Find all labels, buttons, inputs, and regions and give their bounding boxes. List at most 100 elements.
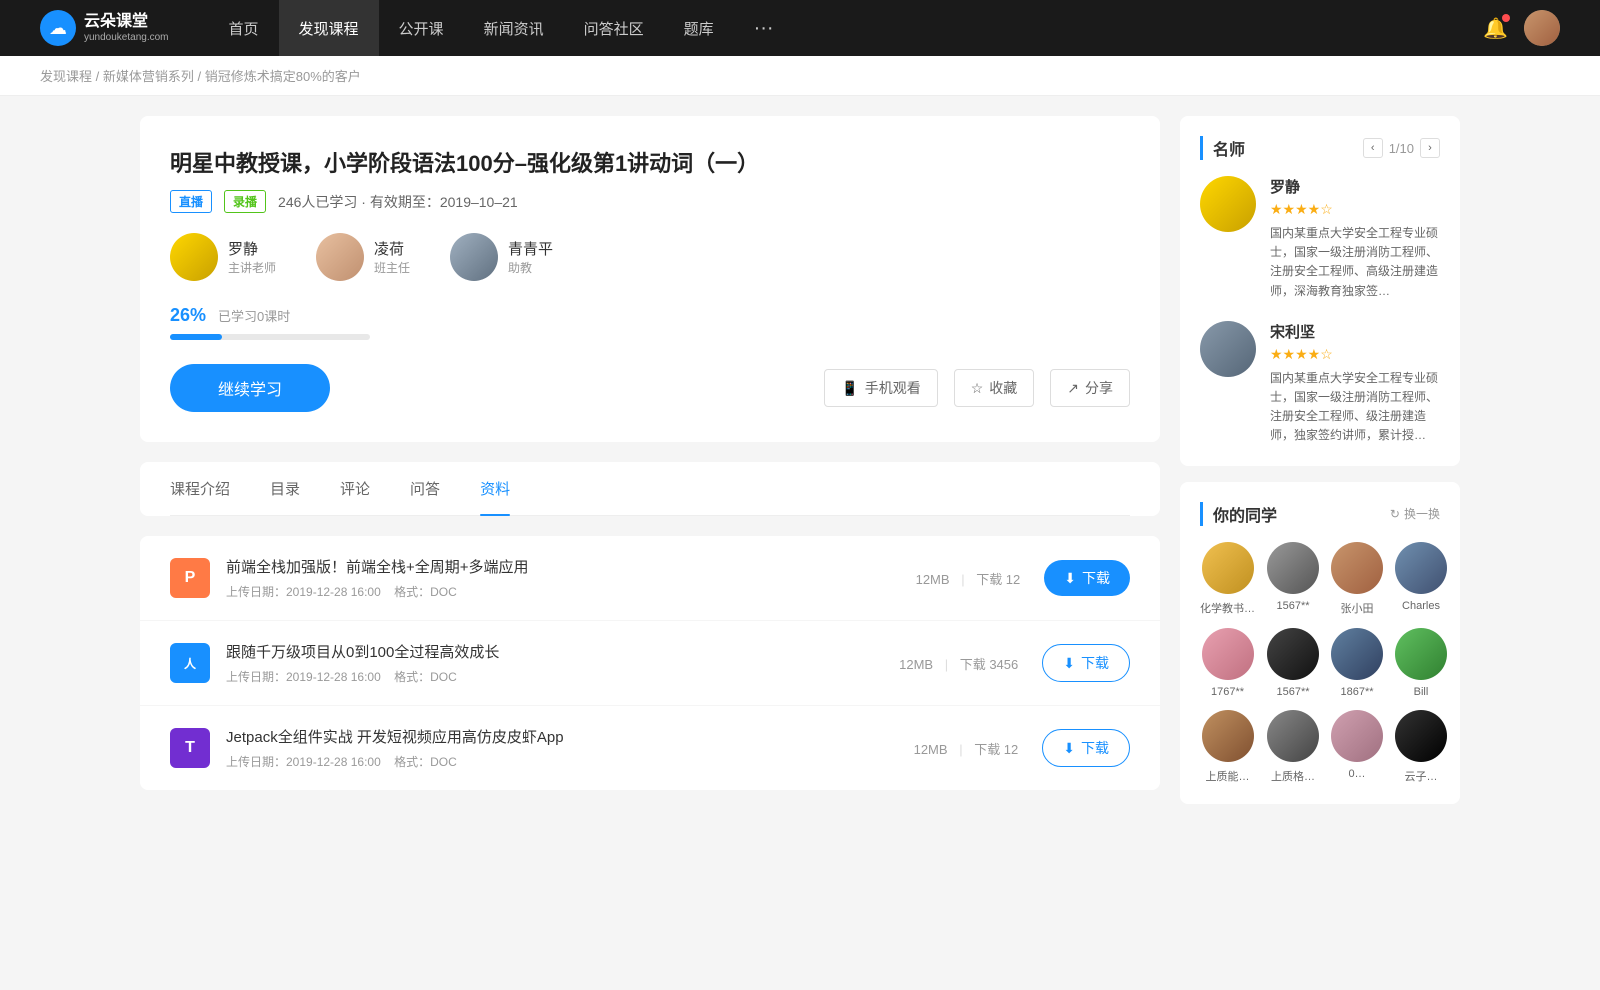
tab-catalog[interactable]: 目录 (270, 462, 300, 515)
course-meta: 直播 录播 246人已学习 · 有效期至：2019–10–21 (170, 190, 1130, 213)
course-title: 明星中教授课，小学阶段语法100分–强化级第1讲动词（一） (170, 146, 1130, 178)
classmate-avatar-10 (1331, 710, 1383, 762)
classmate-item-0[interactable]: 化学教书… (1200, 542, 1255, 616)
progress-section: 26% 已学习0课时 (170, 305, 1130, 340)
bell-icon[interactable]: 🔔 (1483, 16, 1508, 41)
nav-item-qa[interactable]: 问答社区 (564, 0, 664, 56)
nav-item-news[interactable]: 新闻资讯 (464, 0, 564, 56)
classmate-item-3[interactable]: Charles (1395, 542, 1447, 616)
breadcrumb-series[interactable]: 新媒体营销系列 (103, 69, 194, 84)
tabs-card: 课程介绍 目录 评论 问答 资料 (140, 462, 1160, 516)
resource-stats-0: 12MB | 下载 12 (912, 569, 1025, 588)
teacher-2-name: 青青平 (508, 238, 553, 259)
classmate-item-6[interactable]: 1867** (1331, 628, 1383, 698)
teachers-next-button[interactable]: › (1420, 138, 1440, 158)
teachers-prev-button[interactable]: ‹ (1363, 138, 1383, 158)
refresh-button[interactable]: ↻ 换一换 (1390, 505, 1440, 522)
teacher-0: 罗静 主讲老师 (170, 233, 276, 281)
star-icon: ☆ (971, 380, 984, 397)
teachers: 罗静 主讲老师 凌荷 班主任 青青平 助教 (170, 233, 1130, 281)
nav-item-discover[interactable]: 发现课程 (279, 0, 379, 56)
teacher-2: 青青平 助教 (450, 233, 553, 281)
nav-item-opencourse[interactable]: 公开课 (379, 0, 464, 56)
resource-stats-2: 12MB | 下载 12 (910, 739, 1023, 758)
classmate-item-8[interactable]: 上质能… (1200, 710, 1255, 784)
classmate-name-4: 1767** (1200, 686, 1255, 698)
download-icon-0: ⬇ (1064, 570, 1076, 587)
classmate-item-11[interactable]: 云子… (1395, 710, 1447, 784)
right-sidebar: 名师 ‹ 1/10 › 罗静 ★★★★☆ 国内某重点大学安全工程专业硕士，国家一… (1180, 116, 1460, 820)
classmate-item-7[interactable]: Bill (1395, 628, 1447, 698)
badge-live: 直播 (170, 190, 212, 213)
tab-resources[interactable]: 资料 (480, 462, 510, 515)
nav-item-home[interactable]: 首页 (209, 0, 279, 56)
nav-item-more[interactable]: ··· (734, 0, 794, 56)
progress-bar-bg (170, 334, 370, 340)
classmate-item-4[interactable]: 1767** (1200, 628, 1255, 698)
teacher-1-avatar (316, 233, 364, 281)
teacher-0-role: 主讲老师 (228, 259, 276, 276)
progress-bar-fill (170, 334, 222, 340)
sidebar-teacher-0-avatar (1200, 176, 1256, 232)
classmate-avatar-1 (1267, 542, 1319, 594)
teacher-2-avatar (450, 233, 498, 281)
classmate-item-9[interactable]: 上质格… (1267, 710, 1319, 784)
sidebar-teacher-1-desc: 国内某重点大学安全工程专业硕士，国家一级注册消防工程师、注册安全工程师、级注册建… (1270, 369, 1440, 446)
tabs-nav: 课程介绍 目录 评论 问答 资料 (170, 462, 1130, 516)
classmate-name-11: 云子… (1395, 768, 1447, 784)
classmate-avatar-3 (1395, 542, 1447, 594)
tab-qa[interactable]: 问答 (410, 462, 440, 515)
continue-button[interactable]: 继续学习 (170, 364, 330, 412)
classmate-name-6: 1867** (1331, 686, 1383, 698)
phone-watch-button[interactable]: 📱 手机观看 (824, 369, 937, 407)
user-avatar-img (1524, 10, 1560, 46)
sidebar-teacher-1-name: 宋利坚 (1270, 321, 1440, 342)
course-card: 明星中教授课，小学阶段语法100分–强化级第1讲动词（一） 直播 录播 246人… (140, 116, 1160, 442)
navbar: ☁ 云朵课堂 yundouketang.com 首页 发现课程 公开课 新闻资讯… (0, 0, 1600, 56)
course-stats: 246人已学习 · 有效期至：2019–10–21 (278, 192, 518, 212)
resource-stats-1: 12MB | 下载 3456 (895, 654, 1022, 673)
download-button-0[interactable]: ⬇ 下载 (1044, 560, 1130, 596)
teacher-0-name: 罗静 (228, 238, 276, 259)
classmate-name-2: 张小田 (1331, 600, 1383, 616)
download-button-1[interactable]: ⬇ 下载 (1042, 644, 1130, 682)
classmate-name-10: 0… (1331, 768, 1383, 780)
tab-comments[interactable]: 评论 (340, 462, 370, 515)
classmate-item-2[interactable]: 张小田 (1331, 542, 1383, 616)
logo[interactable]: ☁ 云朵课堂 yundouketang.com (40, 10, 169, 46)
classmate-avatar-0 (1202, 542, 1254, 594)
teachers-card: 名师 ‹ 1/10 › 罗静 ★★★★☆ 国内某重点大学安全工程专业硕士，国家一… (1180, 116, 1460, 466)
download-icon-1: ⬇ (1063, 655, 1075, 672)
teacher-2-role: 助教 (508, 259, 553, 276)
classmate-item-1[interactable]: 1567** (1267, 542, 1319, 616)
resource-info-1: 跟随千万级项目从0到100全过程高效成长 上传日期：2019-12-28 16:… (226, 641, 895, 685)
logo-icon: ☁ (40, 10, 76, 46)
action-row: 继续学习 📱 手机观看 ☆ 收藏 ↗ 分享 (170, 364, 1130, 412)
sidebar-teacher-0-stars: ★★★★☆ (1270, 201, 1440, 218)
teacher-1-name: 凌荷 (374, 238, 410, 259)
resource-meta-1: 上传日期：2019-12-28 16:00 格式：DOC (226, 668, 895, 685)
share-button[interactable]: ↗ 分享 (1050, 369, 1130, 407)
share-icon: ↗ (1067, 380, 1079, 397)
collect-button[interactable]: ☆ 收藏 (954, 369, 1035, 407)
user-avatar[interactable] (1524, 10, 1560, 46)
nav-item-quiz[interactable]: 题库 (664, 0, 734, 56)
classmate-avatar-4 (1202, 628, 1254, 680)
breadcrumb-discover[interactable]: 发现课程 (40, 69, 92, 84)
download-button-2[interactable]: ⬇ 下载 (1042, 729, 1130, 767)
progress-percent: 26% (170, 305, 206, 326)
classmate-name-1: 1567** (1267, 600, 1319, 612)
resource-name-2: Jetpack全组件实战 开发短视频应用高仿皮皮虾App (226, 726, 910, 747)
classmate-name-0: 化学教书… (1200, 600, 1255, 616)
resource-item-0: P 前端全栈加强版！前端全栈+全周期+多端应用 上传日期：2019-12-28 … (140, 536, 1160, 621)
logo-text: 云朵课堂 yundouketang.com (84, 12, 169, 43)
sidebar-teacher-0-name: 罗静 (1270, 176, 1440, 197)
classmate-avatar-11 (1395, 710, 1447, 762)
classmate-item-5[interactable]: 1567** (1267, 628, 1319, 698)
sidebar-teacher-0: 罗静 ★★★★☆ 国内某重点大学安全工程专业硕士，国家一级注册消防工程师、注册安… (1200, 176, 1440, 301)
tab-intro[interactable]: 课程介绍 (170, 462, 230, 515)
nav-right: 🔔 (1483, 10, 1560, 46)
notification-badge (1502, 14, 1510, 22)
classmate-item-10[interactable]: 0… (1331, 710, 1383, 784)
download-icon-2: ⬇ (1063, 740, 1075, 757)
